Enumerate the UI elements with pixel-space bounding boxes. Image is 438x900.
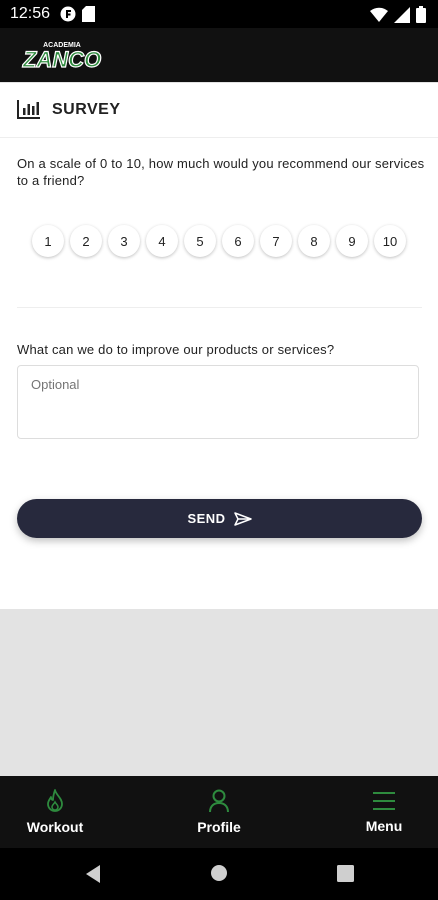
- nav-workout-label: Workout: [26, 819, 84, 835]
- send-icon: [233, 511, 252, 526]
- survey-card: SURVEY On a scale of 0 to 10, how much w…: [0, 83, 438, 609]
- person-icon: [209, 789, 229, 813]
- rating-button-8[interactable]: 8: [298, 225, 330, 257]
- nav-profile-label: Profile: [197, 819, 241, 835]
- survey-title: SURVEY: [52, 101, 121, 118]
- hamburger-menu-icon: [373, 792, 395, 810]
- send-button[interactable]: SEND: [17, 499, 422, 538]
- system-navigation-bar: [0, 848, 438, 900]
- sd-card-icon: [82, 6, 95, 22]
- back-icon[interactable]: [84, 864, 102, 884]
- divider: [17, 307, 422, 308]
- rating-button-4[interactable]: 4: [146, 225, 178, 257]
- send-button-label: SEND: [187, 511, 226, 526]
- rating-button-10[interactable]: 10: [374, 225, 406, 257]
- app-notification-icon: [60, 6, 76, 22]
- recents-icon[interactable]: [337, 865, 354, 882]
- rating-button-5[interactable]: 5: [184, 225, 216, 257]
- rating-scale: 1 2 3 4 5 6 7 8 9 10: [32, 225, 406, 257]
- nav-menu-label: Menu: [365, 818, 403, 834]
- wifi-icon: [370, 7, 388, 22]
- battery-icon: [416, 6, 426, 23]
- improve-question: What can we do to improve our products o…: [17, 342, 335, 357]
- bottom-navigation: Workout Profile Menu: [0, 776, 438, 848]
- logo-big-text: ZANCO: [22, 47, 101, 72]
- status-bar: 12:56: [0, 0, 438, 28]
- rating-button-1[interactable]: 1: [32, 225, 64, 257]
- status-time: 12:56: [10, 5, 51, 22]
- nav-menu[interactable]: Menu: [311, 776, 438, 848]
- flame-icon: [47, 789, 63, 812]
- app-bar: ACADEMIA ZANCO: [0, 28, 438, 82]
- recommend-question: On a scale of 0 to 10, how much would yo…: [17, 156, 425, 188]
- bar-chart-icon: [17, 100, 40, 119]
- rating-button-2[interactable]: 2: [70, 225, 102, 257]
- home-icon[interactable]: [210, 864, 228, 882]
- academia-zanco-logo: ACADEMIA ZANCO: [21, 42, 101, 72]
- nav-profile[interactable]: Profile: [146, 776, 292, 848]
- rating-button-3[interactable]: 3: [108, 225, 140, 257]
- rating-button-9[interactable]: 9: [336, 225, 368, 257]
- improvement-input[interactable]: [17, 365, 419, 439]
- signal-icon: [394, 6, 410, 23]
- rating-button-7[interactable]: 7: [260, 225, 292, 257]
- nav-workout[interactable]: Workout: [0, 776, 128, 848]
- survey-header: SURVEY: [0, 83, 438, 138]
- rating-button-6[interactable]: 6: [222, 225, 254, 257]
